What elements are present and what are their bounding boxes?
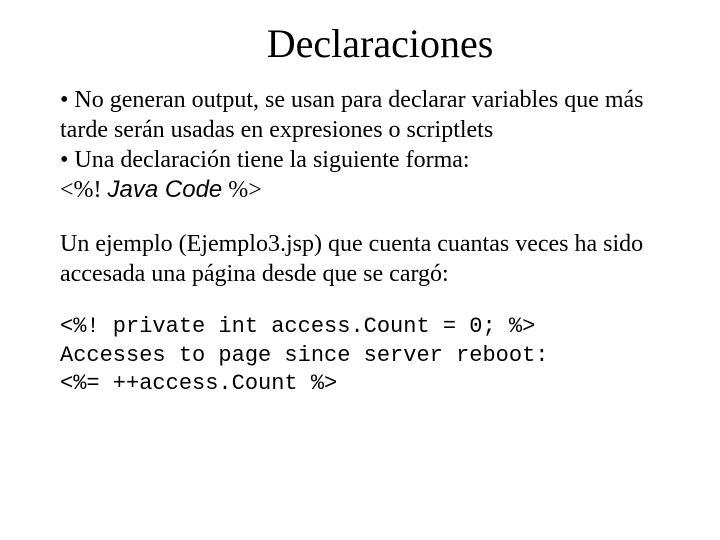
- code-line-2: Accesses to page since server reboot:: [60, 343, 548, 368]
- code-line-3: <%= ++access.Count %>: [60, 371, 337, 396]
- declaration-syntax: <%! Java Code %>: [60, 175, 660, 205]
- code-block: <%! private int access.Count = 0; %> Acc…: [60, 313, 660, 399]
- slide: Declaraciones • No generan output, se us…: [0, 0, 720, 540]
- bullet-block: • No generan output, se usan para declar…: [60, 85, 660, 205]
- bullet-1: • No generan output, se usan para declar…: [60, 85, 660, 145]
- decl-java-code: Java Code: [108, 176, 223, 203]
- slide-title: Declaraciones: [60, 20, 660, 67]
- slide-body: • No generan output, se usan para declar…: [60, 85, 660, 399]
- bullet-2: • Una declaración tiene la siguiente for…: [60, 145, 660, 175]
- code-line-1: <%! private int access.Count = 0; %>: [60, 314, 535, 339]
- decl-open: <%!: [60, 177, 108, 203]
- decl-close: %>: [222, 177, 262, 203]
- example-intro: Un ejemplo (Ejemplo3.jsp) que cuenta cua…: [60, 229, 660, 289]
